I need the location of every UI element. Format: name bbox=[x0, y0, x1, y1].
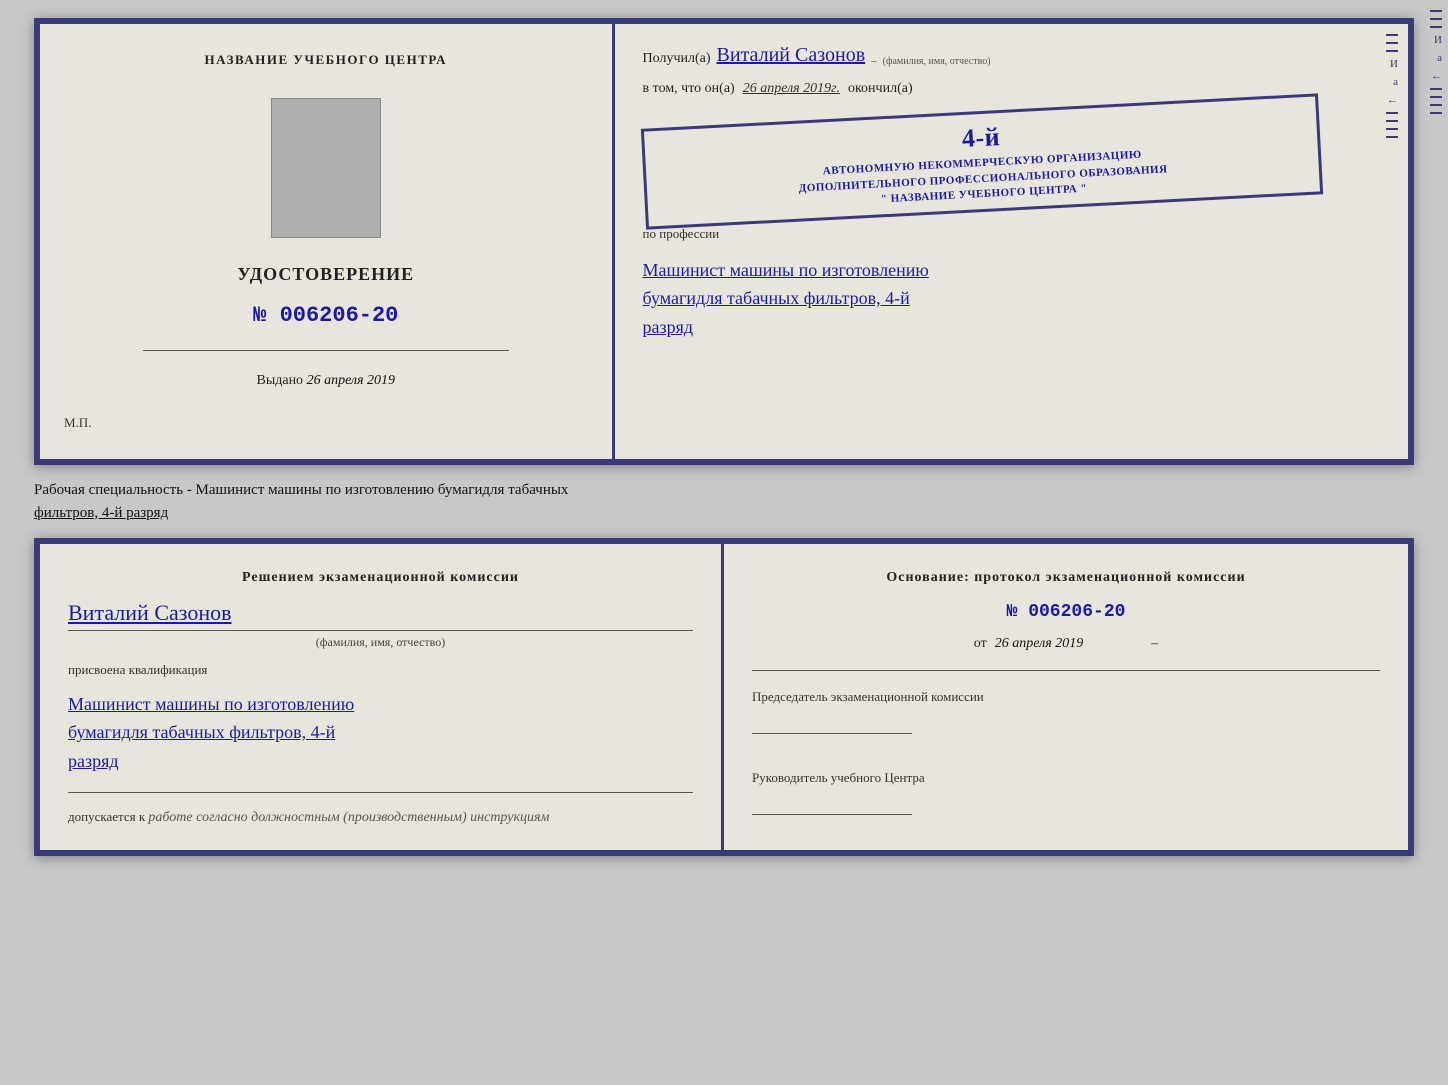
director-label: Руководитель учебного Центра bbox=[752, 770, 1380, 786]
diploma-left-panel: НАЗВАНИЕ УЧЕБНОГО ЦЕНТРА УДОСТОВЕРЕНИЕ №… bbox=[40, 24, 615, 459]
institution-stamp: 4-й АВТОНОМНУЮ НЕКОММЕРЧЕСКУЮ ОРГАНИЗАЦИ… bbox=[640, 93, 1323, 229]
name-underline bbox=[68, 630, 693, 631]
exam-commission-title: Решением экзаменационной комиссии bbox=[68, 568, 693, 588]
qualification-label: присвоена квалификация bbox=[68, 662, 693, 678]
protocol-date: 26 апреля 2019 bbox=[995, 636, 1083, 652]
mp-label: М.П. bbox=[64, 415, 91, 431]
back-name-subtext: (фамилия, имя, отчество) bbox=[68, 635, 693, 650]
margin-decoration: И а ← bbox=[1386, 34, 1402, 138]
director-signature-line bbox=[752, 814, 912, 815]
allow-value: работе согласно должностным (производств… bbox=[148, 810, 549, 825]
director-section: Руководитель учебного Центра bbox=[752, 770, 1380, 819]
chairman-signature-line bbox=[752, 733, 912, 734]
recipient-subtext: (фамилия, имя, отчество) bbox=[883, 56, 991, 67]
cert-number: № 006206-20 bbox=[253, 303, 398, 328]
institution-label: НАЗВАНИЕ УЧЕБНОГО ЦЕНТРА bbox=[205, 52, 448, 68]
underlined-specialty: фильтров, 4-й разряд bbox=[34, 505, 168, 521]
back-name-line: Виталий Сазонов (фамилия, имя, отчество) bbox=[68, 600, 693, 650]
cert-title: УДОСТОВЕРЕНИЕ bbox=[237, 264, 414, 285]
issued-line: Выдано 26 апреля 2019 bbox=[256, 373, 395, 389]
photo-placeholder bbox=[271, 98, 381, 238]
back-name: Виталий Сазонов bbox=[68, 600, 231, 625]
recipient-name: Виталий Сазонов bbox=[717, 44, 866, 67]
back-document: Решением экзаменационной комиссии Витали… bbox=[34, 538, 1414, 856]
diploma-document: НАЗВАНИЕ УЧЕБНОГО ЦЕНТРА УДОСТОВЕРЕНИЕ №… bbox=[34, 18, 1414, 465]
qualification-value: Машинист машины по изготовлению бумагидл… bbox=[68, 690, 693, 776]
back-right-panel: Основание: протокол экзаменационной коми… bbox=[724, 544, 1408, 850]
protocol-date-line: от 26 апреля 2019 – bbox=[752, 636, 1380, 652]
profession-value: Машинист машины по изготовлению бумагидл… bbox=[643, 256, 1380, 342]
middle-specialty-label: Рабочая специальность - Машинист машины … bbox=[34, 479, 1414, 524]
issued-date: 26 апреля 2019 bbox=[307, 373, 395, 388]
date-line: в том, что он(а) 26 апреля 2019г. окончи… bbox=[643, 81, 1380, 97]
back-left-panel: Решением экзаменационной комиссии Витали… bbox=[40, 544, 724, 850]
allow-line: допускается к работе согласно должностны… bbox=[68, 809, 693, 826]
qual-underline bbox=[68, 792, 693, 793]
chairman-section: Председатель экзаменационной комиссии bbox=[752, 689, 1380, 738]
divider bbox=[143, 350, 509, 351]
profession-label: по профессии bbox=[643, 226, 1380, 242]
recipient-line: Получил(а) Виталий Сазонов – (фамилия, и… bbox=[643, 44, 1380, 67]
date-value: 26 апреля 2019г. bbox=[743, 81, 840, 97]
diploma-right-panel: Получил(а) Виталий Сазонов – (фамилия, и… bbox=[615, 24, 1408, 459]
protocol-number: № 006206-20 bbox=[752, 602, 1380, 622]
back-right-margin: И а ← bbox=[1430, 10, 1442, 114]
basis-label: Основание: протокол экзаменационной коми… bbox=[752, 568, 1380, 588]
chairman-label: Председатель экзаменационной комиссии bbox=[752, 689, 1380, 705]
